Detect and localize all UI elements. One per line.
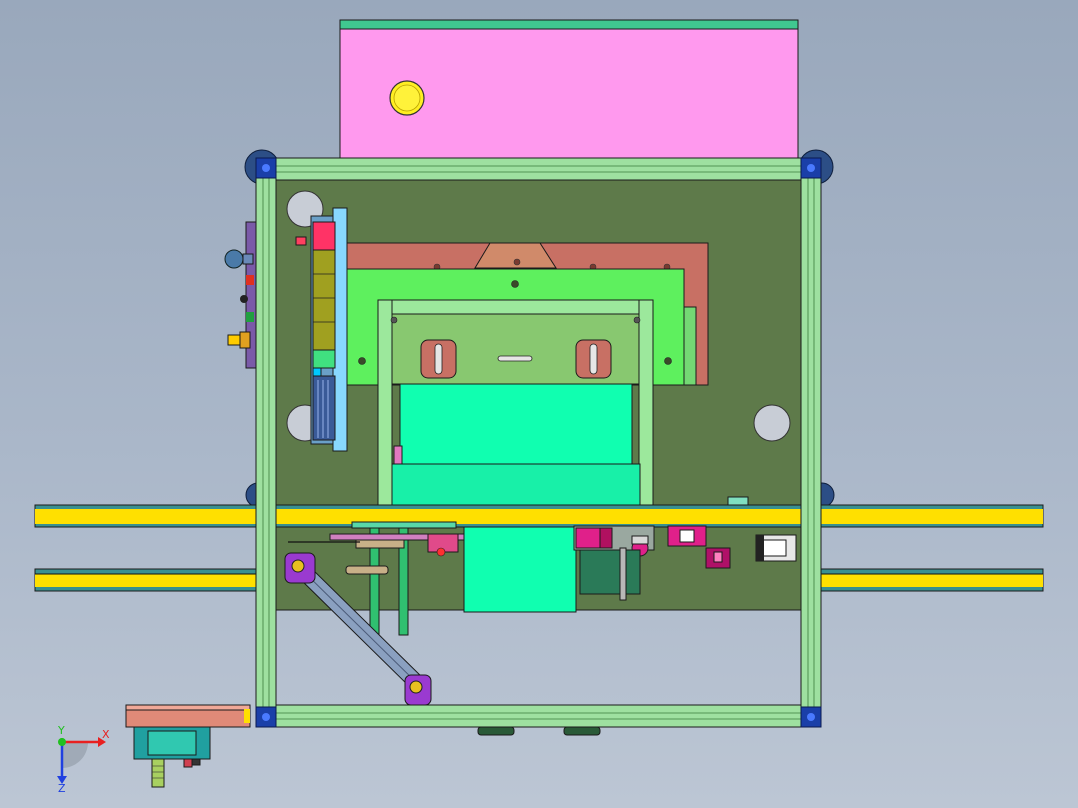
yellow-knob-inner: [393, 84, 421, 112]
y-axis-label: Y: [57, 724, 65, 737]
leveling-feet: [477, 726, 601, 736]
axis-triad[interactable]: X Y Z: [57, 724, 110, 795]
assembly-drawing[interactable]: X Y Z: [0, 0, 1078, 808]
triad-shading: [62, 742, 88, 768]
top-box-lid: [339, 19, 799, 30]
left-side-fittings: [224, 221, 257, 369]
hole-right: [753, 404, 791, 442]
top-box[interactable]: [339, 19, 799, 160]
motor-assembly: [125, 704, 251, 788]
cylinder-rod-block: [463, 526, 577, 613]
x-axis-label: X: [102, 728, 110, 741]
adjust-knob-icon: [224, 249, 244, 269]
triad-origin: [58, 738, 66, 746]
cad-viewport[interactable]: X Y Z: [0, 0, 1078, 808]
z-axis-label: Z: [58, 782, 66, 795]
